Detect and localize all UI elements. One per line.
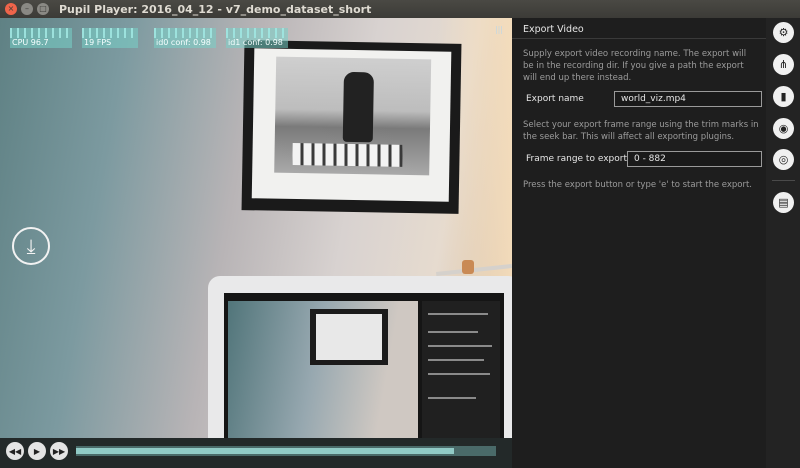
seek-bar: ◀◀ ▶ ▶▶ [0, 438, 512, 468]
fps-label: 19 FPS [84, 38, 112, 47]
eye-icon[interactable]: ◉ [773, 118, 794, 139]
cpu-label: CPU 96.7 [12, 38, 49, 47]
close-icon[interactable]: × [5, 3, 17, 15]
range-help-text: Select your export frame range using the… [523, 120, 759, 142]
panel-title: Export Video [523, 24, 584, 35]
laptop-text-line [428, 313, 488, 315]
laptop-text-line [428, 359, 484, 361]
seek-track[interactable] [76, 446, 496, 456]
laptop [208, 276, 512, 438]
panel-divider [512, 38, 766, 39]
photo-figure [342, 71, 374, 143]
export-footer-text: Press the export button or type 'e' to s… [523, 180, 753, 190]
id1-confidence-graph: id1 conf: 0.98 [226, 28, 288, 48]
menu-grip-icon[interactable] [496, 26, 502, 34]
laptop-text-line [428, 397, 476, 399]
framed-photo [274, 56, 432, 176]
laptop-screen-panel [422, 301, 500, 438]
picture-mat [251, 48, 452, 202]
fps-graph-bars [82, 28, 138, 38]
frame-range-input[interactable] [626, 151, 762, 167]
frame-range-label: Frame range to export [526, 154, 627, 164]
seek-progress [76, 448, 454, 454]
laptop-screen-video [228, 301, 418, 438]
plugin-icon-bar: ⚙ ⋔ ▮ ◉ ◎ ▤ [766, 18, 800, 468]
export-name-input[interactable] [614, 91, 762, 107]
export-video-panel: Export Video Supply export video recordi… [512, 18, 766, 468]
play-icon[interactable]: ▶ [28, 442, 46, 460]
target-icon[interactable]: ◎ [773, 149, 794, 170]
laptop-text-line [428, 373, 490, 375]
laptop-text-line [428, 345, 492, 347]
id1-label: id1 conf: 0.98 [228, 38, 283, 47]
lamp-head [462, 260, 474, 274]
rewind-icon[interactable]: ◀◀ [6, 442, 24, 460]
window-title: Pupil Player: 2016_04_12 - v7_demo_datas… [59, 2, 372, 16]
icon-bar-divider [772, 180, 795, 181]
export-intro-text: Supply export video recording name. The … [523, 49, 747, 83]
frame-range-row: Frame range to export [526, 151, 762, 167]
id0-label: id0 conf: 0.98 [156, 38, 211, 47]
export-name-label: Export name [526, 94, 584, 104]
settings-gear-icon[interactable]: ⚙ [773, 22, 794, 43]
laptop-screen [224, 293, 504, 438]
download-icon[interactable]: ⤓ [12, 227, 50, 265]
wall-picture-frame [241, 40, 462, 214]
export-document-icon[interactable]: ▤ [773, 192, 794, 213]
cpu-graph: CPU 96.7 [10, 28, 72, 48]
minimize-icon[interactable]: – [21, 3, 33, 15]
window-titlebar: × – □ Pupil Player: 2016_04_12 - v7_demo… [0, 0, 800, 18]
id0-confidence-graph: id0 conf: 0.98 [154, 28, 216, 48]
id1-graph-bars [226, 28, 288, 38]
cpu-graph-bars [10, 28, 72, 38]
fps-graph: 19 FPS [82, 28, 138, 48]
photo-stones [292, 142, 403, 167]
plugin-manager-icon[interactable]: ⋔ [773, 54, 794, 75]
world-video[interactable]: CPU 96.7 19 FPS id0 conf: 0.98 id1 conf:… [0, 18, 512, 438]
fast-forward-icon[interactable]: ▶▶ [50, 442, 68, 460]
id0-graph-bars [154, 28, 216, 38]
maximize-icon[interactable]: □ [37, 3, 49, 15]
window-controls: × – □ [5, 3, 49, 15]
laptop-text-line [428, 331, 478, 333]
export-name-row: Export name [526, 91, 762, 107]
laptop-screen-frame [310, 309, 388, 365]
bar-chart-icon[interactable]: ▮ [773, 86, 794, 107]
